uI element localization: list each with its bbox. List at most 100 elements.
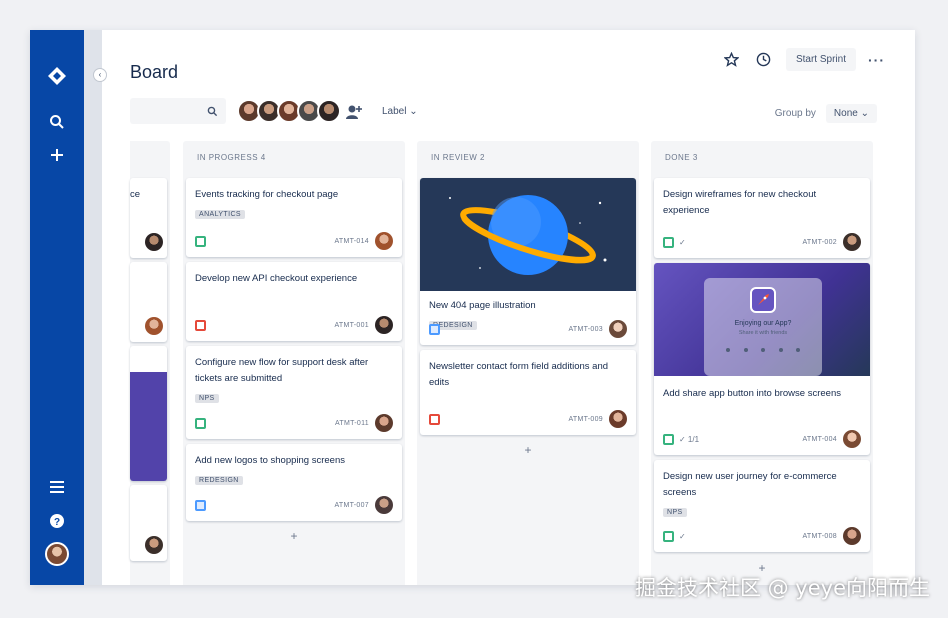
column-in-progress: IN PROGRESS 4 Events tracking for checko… — [183, 141, 405, 585]
card-title: Develop new API checkout experience — [195, 273, 358, 284]
page-title: Board — [130, 62, 179, 82]
avatar — [843, 527, 861, 545]
add-card-button[interactable]: + — [417, 443, 639, 457]
issue-key: ATMT-014 — [334, 237, 369, 245]
avatar — [45, 542, 69, 566]
share-dots — [726, 348, 800, 352]
card-tag: NPS — [663, 508, 687, 517]
group-by-dropdown[interactable]: None ⌄ — [825, 104, 877, 123]
avatar — [145, 536, 163, 554]
start-sprint-button[interactable]: Start Sprint — [785, 48, 856, 71]
card[interactable] — [130, 346, 167, 481]
chevron-down-icon: ⌄ — [409, 106, 418, 117]
avatar — [609, 410, 627, 428]
collapse-sidebar-icon[interactable]: ‹ — [93, 68, 107, 82]
chevron-down-icon: ⌄ — [860, 108, 869, 119]
planet-illustration — [420, 178, 636, 291]
watermark-text: 掘金技术社区 @ yeye向阳而生 — [634, 576, 930, 600]
avatar — [375, 496, 393, 514]
card[interactable]: Design new user journey for e-commerce s… — [654, 460, 870, 552]
app-popup: Enjoying our App? Share it with friends — [704, 278, 822, 376]
story-icon — [663, 433, 674, 445]
card-footer: ATMT-014 — [195, 232, 393, 250]
story-icon — [195, 235, 206, 247]
card-footer: ATMT-007 — [195, 496, 393, 514]
card-title: Design wireframes for new checkout exper… — [663, 189, 817, 216]
column-partial: ce — [130, 141, 170, 585]
search-icon[interactable] — [45, 110, 69, 134]
board-window: ? ‹ Board Start Sprint ··· Label ⌄ Group… — [30, 30, 915, 585]
column-done: DONE 3 Design wireframes for new checkou… — [651, 141, 873, 585]
menu-icon[interactable] — [45, 475, 69, 499]
star-icon[interactable] — [722, 50, 742, 70]
global-nav: ? — [30, 30, 84, 585]
story-icon — [663, 530, 674, 542]
issue-key: ATMT-009 — [568, 415, 603, 423]
subtask-check: ✓ — [679, 237, 686, 247]
issue-key: ATMT-002 — [802, 238, 837, 246]
issue-key: ATMT-004 — [802, 435, 837, 443]
card[interactable]: Events tracking for checkout page ANALYT… — [186, 178, 402, 257]
card-title: Events tracking for checkout page — [195, 189, 339, 200]
card-tag: REDESIGN — [195, 476, 243, 485]
group-by-value: None — [833, 108, 858, 119]
card-footer: ATMT-011 — [195, 414, 393, 432]
label-filter-text: Label — [382, 106, 407, 117]
sidebar-collapsed-strip — [84, 30, 102, 585]
bug-icon — [429, 413, 440, 425]
card-footer: ✓ 1/1 ATMT-004 — [663, 430, 861, 448]
group-by-label: Group by — [774, 108, 816, 119]
label-filter-dropdown[interactable]: Label ⌄ — [382, 106, 418, 117]
share-app-image: Enjoying our App? Share it with friends — [654, 263, 870, 376]
subtask-check: ✓ — [679, 531, 686, 541]
board-search[interactable] — [130, 98, 226, 124]
popup-subtitle: Share it with friends — [738, 330, 788, 336]
clock-icon[interactable] — [754, 50, 774, 70]
avatar[interactable] — [317, 99, 341, 123]
help-icon[interactable]: ? — [45, 509, 69, 533]
card[interactable] — [130, 262, 167, 342]
card[interactable]: ce — [130, 178, 167, 258]
avatar — [609, 320, 627, 338]
card-footer: ✓ ATMT-002 — [663, 233, 861, 251]
issue-key: ATMT-011 — [334, 419, 369, 427]
add-people-icon[interactable] — [345, 103, 363, 121]
profile-avatar[interactable] — [45, 542, 69, 566]
task-icon — [429, 323, 440, 335]
issue-key: ATMT-007 — [334, 501, 369, 509]
card-footer: ✓ ATMT-008 — [663, 527, 861, 545]
card[interactable]: Design wireframes for new checkout exper… — [654, 178, 870, 258]
more-actions-button[interactable]: ··· — [868, 52, 885, 68]
card-tag: NPS — [195, 394, 219, 403]
jira-logo-icon[interactable] — [45, 64, 69, 88]
card[interactable]: New 404 page illustration REDESIGN ATMT-… — [420, 178, 636, 345]
svg-text:?: ? — [54, 517, 60, 528]
add-card-button[interactable]: + — [183, 529, 405, 543]
search-input[interactable] — [130, 98, 200, 124]
bug-icon — [195, 319, 206, 331]
card-footer: ATMT-003 — [429, 320, 627, 338]
avatar — [843, 233, 861, 251]
card[interactable]: Add new logos to shopping screens REDESI… — [186, 444, 402, 521]
card[interactable]: Configure new flow for support desk afte… — [186, 346, 402, 439]
card-title: Design new user journey for e-commerce s… — [663, 471, 837, 498]
create-plus-icon[interactable] — [45, 143, 69, 167]
card-footer: ATMT-009 — [429, 410, 627, 428]
card[interactable]: Develop new API checkout experience ATMT… — [186, 262, 402, 341]
column-header: DONE 3 — [665, 153, 698, 162]
card[interactable] — [130, 485, 167, 561]
header-actions: Start Sprint ··· — [722, 48, 885, 71]
card[interactable]: Newsletter contact form field additions … — [420, 350, 636, 435]
avatar — [375, 316, 393, 334]
card-footer — [145, 317, 163, 335]
column-header: IN PROGRESS 4 — [197, 153, 266, 162]
card-footer: ATMT-001 — [195, 316, 393, 334]
card-footer — [145, 536, 163, 554]
avatar — [375, 232, 393, 250]
group-by-control: Group by None ⌄ — [775, 104, 877, 123]
card[interactable]: Enjoying our App? Share it with friends … — [654, 263, 870, 455]
task-icon — [195, 499, 206, 511]
column-in-review: IN REVIEW 2 New 404 page illustration RE… — [417, 141, 639, 585]
card-image — [130, 372, 167, 481]
avatar — [145, 233, 163, 251]
